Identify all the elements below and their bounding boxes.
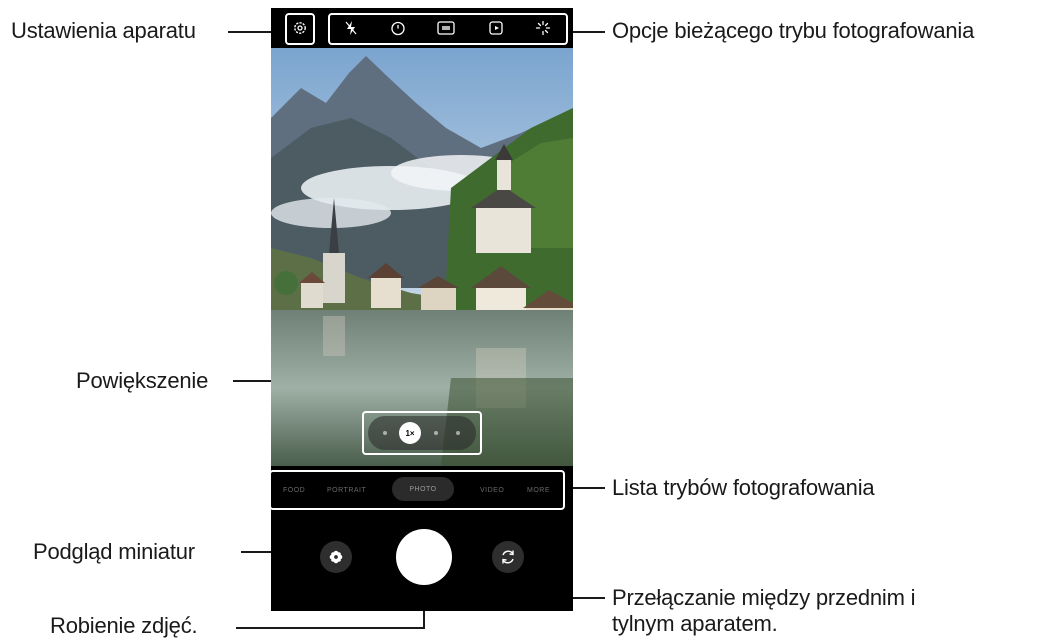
thumbnail-preview-button[interactable] — [320, 541, 352, 573]
shooting-modes-bar: FOOD PORTRAIT PHOTO VIDEO MORE — [271, 466, 573, 514]
camera-screen: 1× FOOD PORTRAIT PHOTO VIDEO MORE — [271, 8, 573, 611]
camera-top-bar — [271, 8, 573, 48]
gallery-flower-icon — [329, 550, 343, 564]
zoom-label: Powiększenie — [76, 368, 209, 393]
mode-options-highlight-frame — [328, 13, 568, 45]
zoom-highlight-frame — [362, 411, 482, 455]
shutter-button[interactable] — [396, 529, 452, 585]
viewfinder-image — [271, 48, 573, 466]
switch-cameras-label-line2: tylnym aparatem. — [612, 611, 778, 636]
settings-highlight-frame — [285, 13, 315, 45]
switch-cameras-label-line1: Przełączanie między przednim i — [612, 585, 916, 610]
switch-camera-button[interactable] — [492, 541, 524, 573]
take-pictures-label: Robienie zdjęć. — [50, 613, 198, 638]
current-mode-options-label: Opcje bieżącego trybu fotografowania — [612, 18, 975, 43]
camera-settings-label: Ustawienia aparatu — [11, 18, 196, 43]
take-pictures-leader-line-h — [236, 627, 425, 629]
thumbnail-preview-label: Podgląd miniatur — [33, 539, 195, 564]
switch-camera-icon — [502, 550, 514, 564]
shooting-modes-list-label: Lista trybów fotografowania — [612, 475, 875, 500]
modes-highlight-frame — [271, 470, 565, 510]
